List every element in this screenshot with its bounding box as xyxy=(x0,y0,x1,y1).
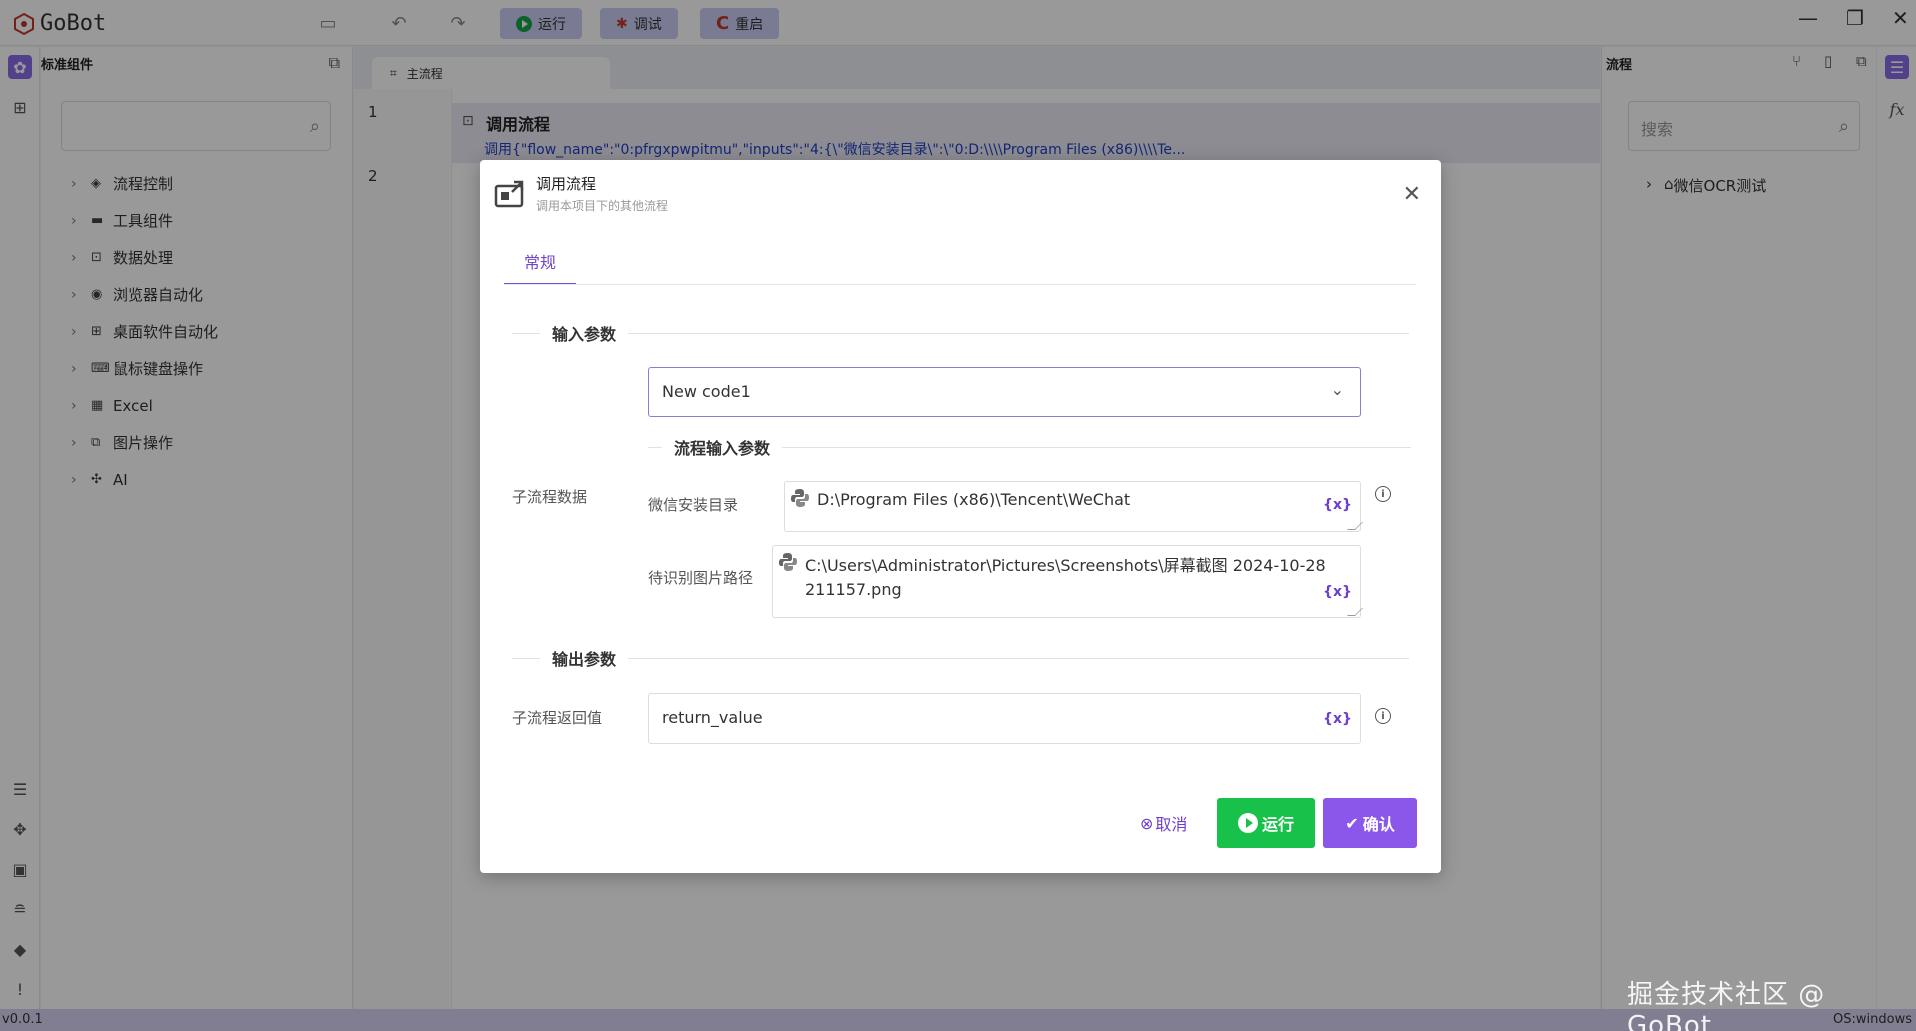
cancel-button[interactable]: ⊗ 取消 xyxy=(1140,811,1187,835)
python-icon xyxy=(791,489,809,507)
info-icon[interactable]: i xyxy=(1375,708,1391,724)
variable-icon[interactable]: {x} xyxy=(1323,711,1352,727)
wechat-dir-value: D:\Program Files (x86)\Tencent\WeChat xyxy=(817,490,1131,509)
return-value-input[interactable]: return_value {x} xyxy=(648,693,1361,744)
tab-general[interactable]: 常规 xyxy=(504,242,576,285)
output-section-header: 输出参数 xyxy=(512,646,1409,670)
run-label: 运行 xyxy=(1261,815,1294,834)
image-path-input[interactable]: C:\Users\Administrator\Pictures\Screensh… xyxy=(772,545,1363,618)
flow-select[interactable]: New code1 ⌄ xyxy=(648,367,1361,417)
dialog-title: 调用流程 xyxy=(536,175,597,193)
param-label-image-path: 待识别图片路径 xyxy=(648,569,754,587)
run-button[interactable]: 运行 xyxy=(1217,798,1315,848)
cancel-circle-icon: ⊗ xyxy=(1140,813,1154,833)
selected-flow-value: New code1 xyxy=(662,382,751,401)
close-icon[interactable]: ✕ xyxy=(1403,182,1421,207)
play-icon xyxy=(1237,813,1258,833)
python-icon xyxy=(779,553,797,571)
subflow-data-label: 子流程数据 xyxy=(512,488,588,506)
image-path-value-line1: C:\Users\Administrator\Pictures\Screensh… xyxy=(805,556,1326,575)
variable-icon[interactable]: {x} xyxy=(1323,497,1352,513)
confirm-button[interactable]: ✔ 确认 xyxy=(1323,798,1417,848)
check-icon: ✔ xyxy=(1345,813,1359,833)
watermark: 掘金技术社区 @ GoBot xyxy=(1627,980,1826,1031)
cancel-label: 取消 xyxy=(1155,815,1188,834)
return-value-label: 子流程返回值 xyxy=(512,709,603,727)
input-section-header: 输入参数 xyxy=(512,321,1409,345)
wechat-dir-input[interactable]: D:\Program Files (x86)\Tencent\WeChat {x… xyxy=(784,481,1363,532)
variable-icon[interactable]: {x} xyxy=(1323,584,1352,600)
call-flow-dialog: 调用流程 调用本项目下的其他流程 ✕ 常规 输入参数 子流程数据 New cod… xyxy=(480,160,1441,873)
confirm-label: 确认 xyxy=(1362,815,1395,834)
info-icon[interactable]: i xyxy=(1375,486,1391,502)
tab-label: 常规 xyxy=(523,253,556,272)
tab-divider xyxy=(504,284,1416,285)
resize-grip[interactable] xyxy=(1347,522,1363,530)
section-title: 流程输入参数 xyxy=(674,439,771,458)
call-flow-icon xyxy=(494,180,524,208)
resize-grip[interactable] xyxy=(1347,608,1363,616)
section-title: 输出参数 xyxy=(552,650,617,669)
dialog-subtitle: 调用本项目下的其他流程 xyxy=(536,199,669,213)
image-path-value-line2: 211157.png xyxy=(805,580,902,599)
chevron-down-icon: ⌄ xyxy=(1330,380,1344,399)
return-value-text: return_value xyxy=(662,708,763,727)
section-title: 输入参数 xyxy=(552,325,617,344)
flow-input-section-header: 流程输入参数 xyxy=(648,435,1411,459)
param-label-wechat-dir: 微信安装目录 xyxy=(648,496,739,514)
